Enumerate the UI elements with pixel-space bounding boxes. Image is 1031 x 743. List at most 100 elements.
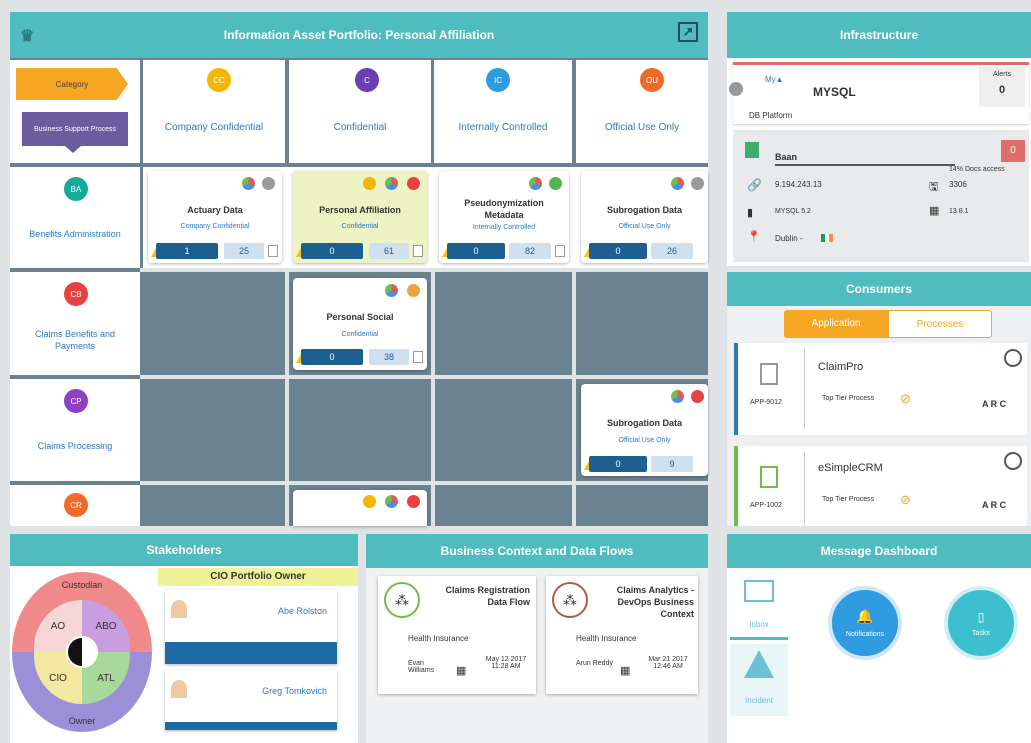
port-icon: 🖫 — [929, 181, 939, 193]
flow-date: May 12 2017 11:28 AM — [485, 656, 527, 670]
alert-count[interactable]: 0 — [589, 456, 647, 472]
infrastructure-header: Infrastructure — [727, 12, 1031, 58]
expand-icon[interactable]: ↗ — [678, 22, 698, 42]
row-header-cb[interactable]: CB Claims Benefits and Payments — [10, 272, 140, 375]
warning-icon — [744, 650, 774, 678]
server-icon — [745, 142, 759, 158]
disabled-icon: ⊘ — [900, 391, 911, 406]
cc-badge: CC — [207, 68, 231, 92]
ba-badge: BA — [64, 177, 88, 201]
asset-card[interactable] — [293, 490, 427, 526]
tab-processes[interactable]: Processes — [888, 310, 992, 338]
grid-divider — [140, 481, 708, 485]
inbox-tab[interactable]: Inbox — [730, 570, 788, 640]
tab-application[interactable]: Application — [784, 310, 888, 338]
category-button[interactable]: Category — [16, 68, 128, 100]
cio-label: CIO — [49, 672, 67, 684]
alert-count[interactable]: 0 — [447, 243, 505, 259]
conditions-icon — [385, 284, 398, 297]
card-title: Subrogation Data — [606, 205, 682, 215]
column-label: Internally Controlled — [458, 122, 548, 133]
alerts-label: Alerts — [993, 71, 1011, 78]
app-name: eSimpleCRM — [818, 462, 883, 474]
flow-card[interactable]: ⁂ Claims Analytics - DevOps Business Con… — [546, 576, 698, 694]
flow-card[interactable]: ⁂ Claims Registration Data Flow Health I… — [378, 576, 536, 694]
alert-count[interactable]: 0 — [589, 243, 647, 259]
business-support-process-button[interactable]: Business Support Process — [22, 112, 128, 146]
card-title: Personal Social — [326, 312, 394, 322]
card-sub: Confidential — [341, 223, 379, 230]
infrastructure-panel: My▲ MYSQL DB Platform Alerts 0 Baan 14% … — [727, 58, 1031, 266]
status-dot — [691, 390, 704, 403]
person-card[interactable]: Greg Tomkovich — [165, 670, 337, 730]
incident-tab[interactable]: Incident — [730, 644, 788, 716]
card-title: Personal Affiliation — [319, 205, 401, 215]
asset-card[interactable]: Subrogation Data Official Use Only 0 26 — [581, 171, 708, 263]
asset-card-selected[interactable]: Personal Affiliation Confidential 0 61 — [293, 171, 427, 263]
asset-card[interactable]: Actuary Data Company Confidential 1 25 — [148, 171, 282, 263]
calendar-icon: ▦ — [620, 665, 631, 677]
notifications-button[interactable]: 🔔 Notifications — [828, 586, 902, 660]
flow-user: Arun Reddy — [576, 660, 613, 667]
alert-count[interactable]: 0 — [301, 349, 363, 365]
server-row[interactable]: Baan 14% Docs access 0 🔗 9.194.243.13 🖫 … — [733, 130, 1029, 262]
column-label: Official Use Only — [604, 122, 680, 133]
app-card[interactable]: APP-9012 ClaimPro Top Tier Process ⊘ A R… — [734, 343, 1027, 435]
column-header-ou[interactable]: OU Official Use Only — [576, 60, 708, 163]
consumers-title: Consumers — [845, 282, 913, 296]
card-sub: Official Use Only — [618, 223, 671, 230]
column-header-c[interactable]: C Confidential — [289, 60, 431, 163]
card-sub: Company Confidential — [180, 223, 250, 230]
alert-count[interactable]: 0 — [301, 243, 363, 259]
doc-count[interactable]: 26 — [651, 243, 693, 259]
app-tier: Top Tier Process — [822, 496, 875, 503]
doc-access: 14% Docs access — [949, 166, 1005, 173]
doc-count[interactable]: 61 — [369, 243, 409, 259]
arc-label: A R C — [982, 500, 1007, 510]
conditions-icon — [529, 177, 542, 190]
row-header-cr[interactable]: CR — [10, 485, 140, 526]
flow-user: Evan Williams — [408, 660, 435, 674]
column-header-cc[interactable]: CC Company Confidential — [143, 60, 285, 163]
portfolio-owner-label: CIO Portfolio Owner — [158, 568, 358, 586]
tasks-button[interactable]: ▯ Tasks — [944, 586, 1018, 660]
db-icon: ▮ — [747, 207, 754, 219]
toggle-knob[interactable] — [729, 82, 743, 96]
mail-icon — [744, 580, 774, 602]
asset-card[interactable]: Subrogation Data Official Use Only 0 9 — [581, 384, 708, 476]
app-icon — [760, 466, 778, 488]
row-label: Benefits Administration — [29, 229, 121, 239]
person-card[interactable]: Abe Rolston — [165, 590, 337, 664]
lock-icon — [363, 177, 376, 190]
app-card[interactable]: APP-1002 eSimpleCRM Top Tier Process ⊘ A… — [734, 446, 1027, 526]
app-icon — [760, 363, 778, 385]
status-dot — [549, 177, 562, 190]
doc-count[interactable]: 25 — [224, 243, 264, 259]
row-header-ba[interactable]: BA Benefits Administration — [10, 167, 140, 268]
grid-divider — [285, 268, 289, 526]
doc-count[interactable]: 9 — [651, 456, 693, 472]
column-header-ic[interactable]: IC Internally Controlled — [434, 60, 572, 163]
doc-count[interactable]: 82 — [509, 243, 551, 259]
doc-count[interactable]: 38 — [369, 349, 409, 365]
globe-icon — [1004, 349, 1022, 367]
portfolio-title: Information Asset Portfolio: Personal Af… — [223, 28, 495, 42]
status-dot — [407, 284, 420, 297]
asset-card[interactable]: Personal Social Confidential 0 38 — [293, 278, 427, 370]
port: 3306 — [949, 180, 967, 189]
row-header-cp[interactable]: CP Claims Processing — [10, 379, 140, 481]
card-sub: Official Use Only — [618, 437, 671, 444]
lock-icon — [363, 495, 376, 508]
notifications-label: Notifications — [845, 631, 885, 638]
alert-count[interactable]: 1 — [156, 243, 218, 259]
calendar-icon: ▦ — [456, 665, 467, 677]
ic-badge: IC — [486, 68, 510, 92]
conditions-icon — [671, 390, 684, 403]
asset-card[interactable]: Pseudonymization Metadata Internally Con… — [439, 171, 569, 263]
consumers-header: Consumers — [727, 272, 1031, 306]
app-id: APP-1002 — [750, 502, 782, 509]
ao-label: AO — [50, 620, 66, 632]
crown-icon: ♛ — [20, 28, 35, 45]
db-row[interactable]: My▲ MYSQL DB Platform Alerts 0 — [733, 62, 1029, 124]
progress-bar — [775, 164, 955, 166]
